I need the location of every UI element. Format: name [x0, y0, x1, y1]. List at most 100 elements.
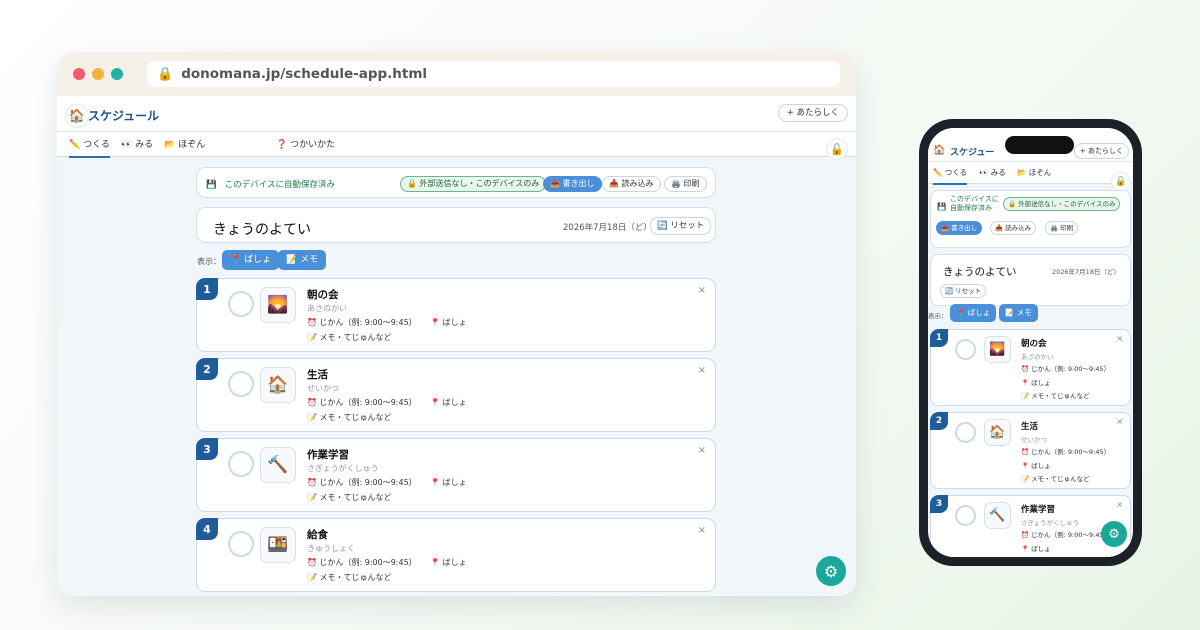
time-field[interactable]: ⏰ じかん（例: 9:00〜9:45） [307, 317, 417, 328]
phone-memo-field[interactable]: 📝 メモ・てじゅんなど [1021, 473, 1090, 483]
phone-done-check-circle[interactable] [955, 505, 976, 526]
phone-done-check-circle[interactable] [955, 339, 976, 360]
phone-app-title: スケジュー [950, 148, 995, 158]
phone-house-icon[interactable]: 🏠 [984, 419, 1011, 446]
time-field[interactable]: ⏰ じかん（例: 9:00〜9:45） [307, 397, 417, 408]
phone-time-field[interactable]: ⏰ じかん（例: 9:00〜9:45） [1021, 529, 1110, 539]
settings-gear-icon[interactable]: ⚙ [816, 556, 846, 586]
phone-unlock-icon[interactable]: 🔓 [1111, 172, 1131, 192]
app-header: 🏠 スケジュール + あたらしく [57, 96, 856, 132]
phone-done-check-circle[interactable] [955, 422, 976, 443]
tab-create[interactable]: ✏️ つくる [69, 137, 110, 158]
house-logo-icon[interactable]: 🏠 [65, 104, 89, 128]
phone-memo-field[interactable]: 📝 メモ・てじゅんなど [1021, 390, 1090, 400]
tab-save[interactable]: 📂 ほぞん [164, 137, 205, 156]
memo-field[interactable]: 📝 メモ・てじゅんなど [307, 332, 392, 343]
tab-view[interactable]: 👀 みる [121, 137, 153, 156]
phone-item-kana: あさのかい [1021, 353, 1054, 361]
phone-tab-create[interactable]: ✏️ つくる [933, 167, 968, 185]
time-field[interactable]: ⏰ じかん（例: 9:00〜9:45） [307, 557, 417, 568]
done-check-circle[interactable] [228, 371, 254, 397]
memo-field[interactable]: 📝 メモ・てじゅんなど [307, 412, 392, 423]
phone-place-field[interactable]: 📍 ばしょ [1021, 543, 1051, 553]
phone-item-kana: せいかつ [1021, 436, 1047, 444]
delete-item-button[interactable]: × [698, 285, 706, 296]
phone-toggle-place-button[interactable]: 📍 ばしょ [950, 304, 997, 322]
unlock-icon[interactable]: 🔓 [826, 138, 848, 160]
address-bar[interactable]: 🔒 donomana.jp/schedule-app.html [147, 61, 840, 87]
toggle-place-button[interactable]: 📍 ばしょ [222, 250, 280, 270]
phone-delete-item-button[interactable]: × [1116, 500, 1123, 509]
phone-house-logo-icon[interactable]: 🏠 [932, 143, 947, 158]
delete-item-button[interactable]: × [698, 445, 706, 456]
memo-field[interactable]: 📝 メモ・てじゅんなど [307, 492, 392, 503]
phone-settings-gear-icon[interactable]: ⚙ [1101, 521, 1127, 547]
window-close-button[interactable] [73, 68, 85, 80]
item-number: 2 [196, 358, 218, 380]
house-icon[interactable]: 🏠 [260, 367, 296, 403]
done-check-circle[interactable] [228, 451, 254, 477]
phone-time-field[interactable]: ⏰ じかん（例: 9:00〜9:45） [1021, 446, 1110, 456]
phone-delete-item-button[interactable]: × [1116, 417, 1123, 426]
new-schedule-button[interactable]: + あたらしく [777, 104, 848, 122]
schedule-item-card: 3 🔨 作業学習 さぎょうがくしゅう ⏰ じかん（例: 9:00〜9:45） 📍… [196, 438, 716, 512]
phone-hammer-icon[interactable]: 🔨 [984, 502, 1011, 529]
phone-item-name[interactable]: 朝の会 [1021, 337, 1047, 349]
place-field[interactable]: 📍 ばしょ [430, 477, 467, 488]
item-name[interactable]: 作業学習 [307, 447, 349, 462]
phone-import-button[interactable]: 📥 読み込み [990, 221, 1037, 235]
tab-help[interactable]: ❓ つかいかた [276, 137, 335, 156]
place-field[interactable]: 📍 ばしょ [430, 317, 467, 328]
phone-time-field[interactable]: ⏰ じかん（例: 9:00〜9:45） [1021, 363, 1110, 373]
phone-tab-view[interactable]: 👀 みる [979, 167, 1006, 178]
phone-floppy-icon: 💾 [937, 202, 947, 211]
phone-export-button[interactable]: 📤 書き出し [936, 221, 983, 235]
browser-window: 🔒 donomana.jp/schedule-app.html 🏠 スケジュール… [57, 52, 856, 596]
toggle-memo-button[interactable]: 📝 メモ [278, 250, 327, 270]
phone-schedule-title[interactable]: きょうのよてい [943, 264, 1017, 279]
done-check-circle[interactable] [228, 531, 254, 557]
phone-sunrise-icon[interactable]: 🌄 [984, 336, 1011, 363]
memo-field[interactable]: 📝 メモ・てじゅんなど [307, 572, 392, 583]
delete-item-button[interactable]: × [698, 365, 706, 376]
lunch-box-icon[interactable]: 🍱 [260, 527, 296, 563]
phone-schedule-date: 2026年7月18日（ど） [1052, 268, 1120, 276]
reset-button[interactable]: 🔄 リセット [650, 217, 712, 235]
phone-new-schedule-button[interactable]: + あたらしく [1073, 143, 1129, 159]
item-number: 1 [196, 278, 218, 300]
import-button[interactable]: 📥 読み込み [602, 176, 661, 192]
place-field[interactable]: 📍 ばしょ [430, 397, 467, 408]
phone-schedule-item-card: 3 🔨 作業学習 さぎょうがくしゅう ⏰ じかん（例: 9:00〜9:45） 📍… [930, 495, 1131, 557]
phone-toggle-memo-button[interactable]: 📝 メモ [999, 304, 1038, 322]
sunrise-icon[interactable]: 🌄 [260, 287, 296, 323]
phone-save-status-panel: 💾 このデバイスに 自動保存済み 🔒 外部送信なし・このデバイスのみ 📤 書き出し… [930, 190, 1131, 248]
item-kana: あさのかい [307, 304, 347, 313]
phone-delete-item-button[interactable]: × [1116, 334, 1123, 343]
phone-place-field[interactable]: 📍 ばしょ [1021, 460, 1051, 470]
export-button[interactable]: 📤 書き出し [543, 176, 602, 192]
window-maximize-button[interactable] [111, 68, 123, 80]
phone-print-button[interactable]: 🖨️ 印刷 [1045, 221, 1079, 235]
phone-item-name[interactable]: 生活 [1021, 420, 1038, 432]
delete-item-button[interactable]: × [698, 525, 706, 536]
window-minimize-button[interactable] [92, 68, 104, 80]
item-kana: せいかつ [307, 384, 339, 393]
hammer-icon[interactable]: 🔨 [260, 447, 296, 483]
time-field[interactable]: ⏰ じかん（例: 9:00〜9:45） [307, 477, 417, 488]
item-name[interactable]: 朝の会 [307, 287, 339, 302]
item-name[interactable]: 給食 [307, 527, 328, 542]
item-kana: きゅうしょく [307, 544, 355, 553]
print-button[interactable]: 🖨️ 印刷 [664, 176, 707, 192]
phone-schedule-title-panel: きょうのよてい 2026年7月18日（ど） 🔄 リセット [930, 254, 1131, 306]
phone-display-label: 表示： [928, 312, 948, 320]
phone-item-name[interactable]: 作業学習 [1021, 503, 1055, 515]
phone-tab-save[interactable]: 📂 ほぞん [1017, 167, 1051, 178]
item-name[interactable]: 生活 [307, 367, 328, 382]
phone-reset-button[interactable]: 🔄 リセット [940, 284, 987, 298]
phone-place-field[interactable]: 📍 ばしょ [1021, 377, 1051, 387]
phone-privacy-badge: 🔒 外部送信なし・このデバイスのみ [1003, 197, 1121, 211]
save-status-text: 💾 このデバイスに自動保存済み [206, 180, 335, 190]
schedule-title[interactable]: きょうのよてい [213, 219, 311, 239]
done-check-circle[interactable] [228, 291, 254, 317]
place-field[interactable]: 📍 ばしょ [430, 557, 467, 568]
